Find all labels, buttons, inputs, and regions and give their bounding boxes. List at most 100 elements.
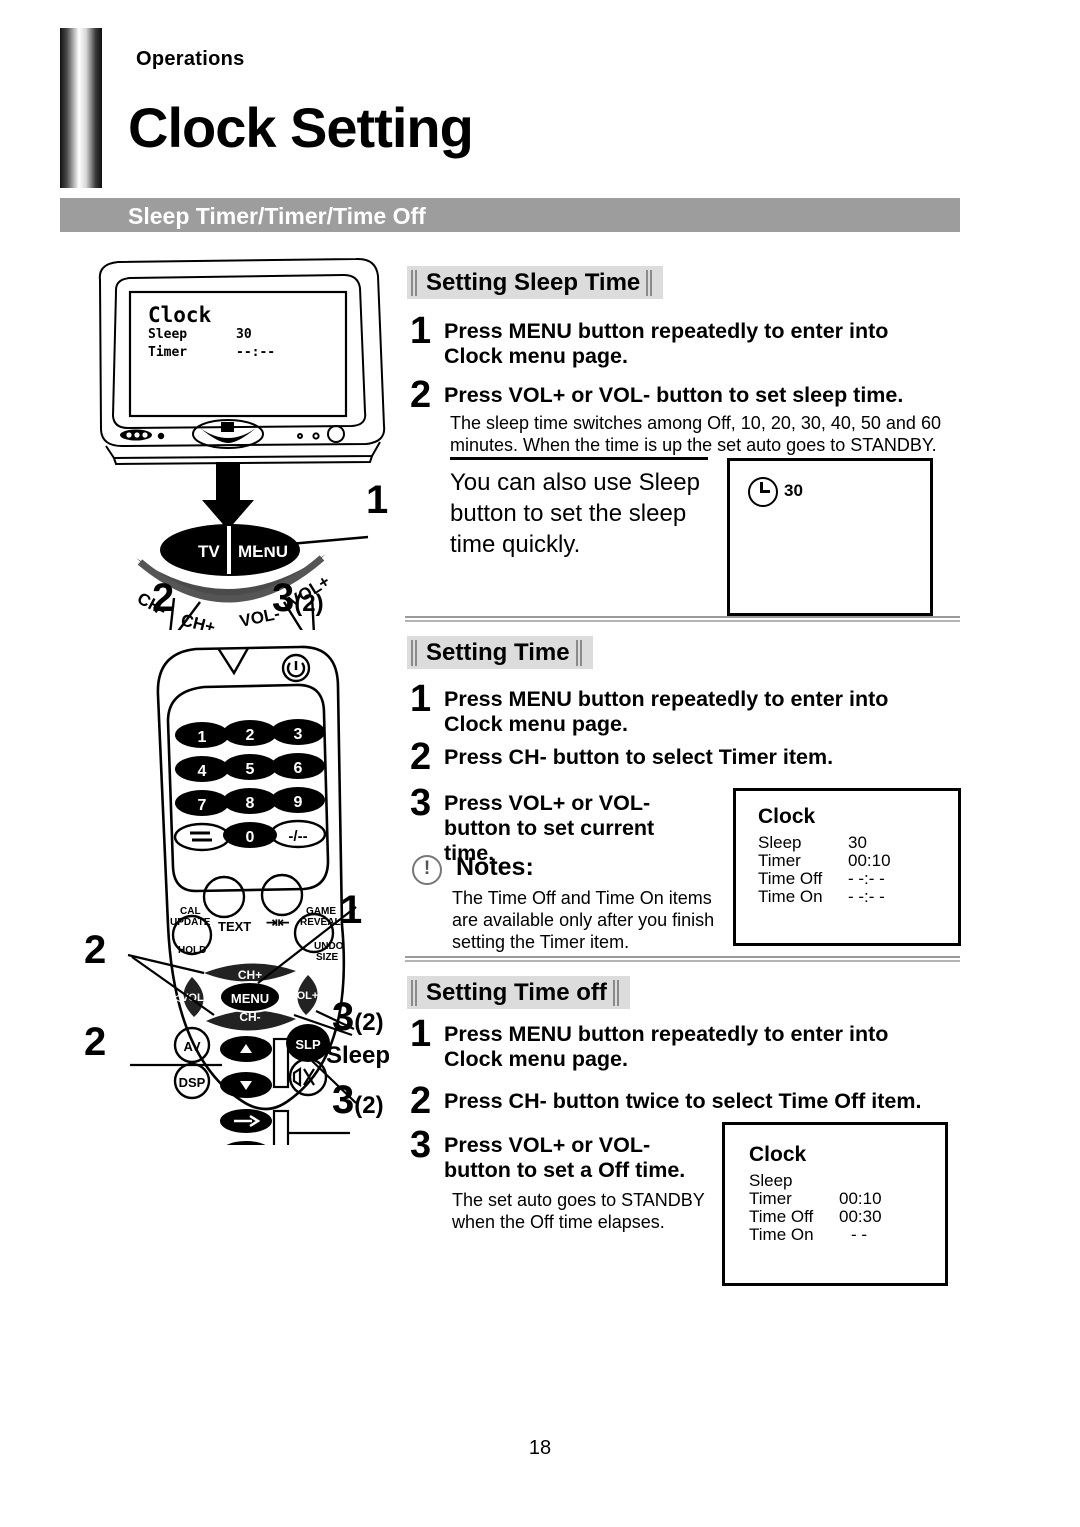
- sleep-divider-rule: [450, 457, 708, 460]
- remote-callout-3a-paren: (2): [354, 1009, 384, 1036]
- tv-osd-title: Clock: [148, 303, 212, 327]
- step-sleep-1-number: 1: [410, 310, 432, 352]
- svg-text:AV: AV: [183, 1039, 200, 1054]
- page-title: Clock Setting: [128, 96, 474, 159]
- svg-text:1: 1: [198, 729, 207, 746]
- remote-callout-1: 1: [340, 888, 362, 933]
- svg-text:0: 0: [246, 829, 255, 846]
- tv-callout-3: 3(2): [272, 576, 324, 621]
- step-time-2-number: 2: [410, 736, 432, 778]
- svg-text:TEXT: TEXT: [218, 919, 251, 934]
- svg-text:HOLD: HOLD: [178, 945, 206, 956]
- svg-text:6: 6: [294, 760, 303, 777]
- tv-osd-value-sleep: 30: [236, 327, 252, 342]
- remote-callout-2b-number: 2: [84, 1020, 107, 1064]
- remote-callout-3b-paren: (2): [354, 1092, 384, 1119]
- tv-callout-2-number: 2: [152, 576, 175, 620]
- svg-text:4: 4: [198, 763, 207, 780]
- osd-timer-label-0: Sleep: [758, 833, 802, 852]
- remote-callout-3a: 3(2): [332, 995, 384, 1040]
- heading-bar-right-icon-2: [575, 639, 585, 666]
- remote-sleep-label: Sleep: [326, 1042, 391, 1069]
- step-timeoff-1-number: 1: [410, 1013, 432, 1055]
- step-timeoff-3-number: 3: [410, 1124, 432, 1166]
- osd-timer-label-3: Time On: [758, 887, 823, 906]
- svg-text:TV: TV: [198, 542, 220, 561]
- tv-callout-1: 1: [366, 478, 388, 523]
- osd-timer-value-0: 30: [848, 833, 867, 852]
- section-divider-1: [405, 616, 960, 623]
- svg-text:2: 2: [246, 727, 255, 744]
- topic-bar: Sleep Timer/Timer/Time Off: [60, 198, 960, 232]
- step-sleep-2-text: Press VOL+ or VOL- button to set sleep t…: [444, 383, 904, 407]
- osd-timeoff-value-2: 00:30: [839, 1207, 882, 1226]
- svg-text:GAME: GAME: [306, 906, 336, 917]
- step-time-1-text: Press MENU button repeatedly to enter in…: [444, 687, 889, 737]
- step-sleep-1: 1 Press MENU button repeatedly to enter …: [410, 310, 930, 369]
- svg-text:CH+: CH+: [238, 968, 262, 982]
- osd-clock-timeoff: Clock Sleep Timer 00:10 Time Off 00:30 T…: [722, 1122, 948, 1286]
- svg-text:9: 9: [294, 794, 303, 811]
- osd-clock-timer-title: Clock: [758, 805, 816, 828]
- tv-osd-value-timer: --:--: [236, 345, 276, 360]
- step-timeoff-3-text: Press VOL+ or VOL- button to set a Off t…: [444, 1133, 686, 1183]
- remote-callout-3b-number: 3: [332, 1078, 355, 1122]
- tv-osd-label-sleep: Sleep: [148, 327, 188, 342]
- svg-text:-/--: -/--: [288, 828, 307, 845]
- sleep-tip-text: You can also use Sleep button to set the…: [450, 469, 700, 559]
- step-timeoff-1-text: Press MENU button repeatedly to enter in…: [444, 1022, 889, 1072]
- timeoff-note-text: The set auto goes to STANDBY when the Of…: [452, 1190, 705, 1232]
- osd-clock-timer: Clock Sleep 30 Timer 00:10 Time Off - -:…: [733, 788, 961, 946]
- section-divider-2: [405, 956, 960, 963]
- osd-timeoff-label-3: Time On: [749, 1225, 814, 1244]
- step-sleep-2-number: 2: [410, 374, 432, 416]
- page-number: 18: [528, 1437, 552, 1459]
- notes-text: The Time Off and Time On items are avail…: [452, 888, 715, 952]
- svg-text:MENU: MENU: [231, 991, 269, 1006]
- step-timeoff-3: 3 Press VOL+ or VOL- button to set a Off…: [410, 1124, 710, 1183]
- tv-callout-3-paren: (2): [294, 590, 324, 617]
- osd-timeoff-value-1: 00:10: [839, 1189, 882, 1208]
- svg-text:SLP: SLP: [295, 1037, 321, 1052]
- osd-sleep-value: 30: [784, 481, 803, 500]
- osd-timer-value-3: - -:- -: [848, 887, 885, 906]
- svg-text:DSP: DSP: [179, 1075, 206, 1090]
- osd-timer-value-2: - -:- -: [848, 869, 885, 888]
- tv-callout-1-number: 1: [366, 478, 389, 522]
- step-time-3-number: 3: [410, 782, 432, 824]
- svg-text:8: 8: [246, 795, 255, 812]
- tv-illustration: TV MENU CH- CH+ VOL- VOL+: [98, 257, 386, 630]
- heading-bar-left-icon-3: [411, 979, 420, 1006]
- topic-bar-label: Sleep Timer/Timer/Time Off: [128, 203, 426, 229]
- step-time-3: 3 Press VOL+ or VOL- button to set curre…: [410, 782, 710, 866]
- sleep-note-text: The sleep time switches among Off, 10, 2…: [450, 413, 941, 455]
- step-time-2: 2 Press CH- button to select Timer item.: [410, 736, 930, 778]
- osd-timeoff-value-3: - -: [851, 1225, 868, 1244]
- step-time-1: 1 Press MENU button repeatedly to enter …: [410, 678, 930, 737]
- svg-text:UNDO: UNDO: [314, 941, 344, 952]
- notes-icon: !: [412, 855, 442, 885]
- remote-callout-3b: 3(2): [332, 1078, 384, 1123]
- remote-callout-1-number: 1: [340, 888, 363, 932]
- osd-timer-label-2: Time Off: [758, 869, 823, 888]
- svg-text:CAL: CAL: [180, 906, 201, 917]
- step-time-1-number: 1: [410, 678, 432, 720]
- osd-timeoff-label-0: Sleep: [749, 1171, 793, 1190]
- svg-text:5: 5: [246, 761, 255, 778]
- tv-callout-2: 2: [152, 576, 174, 621]
- svg-text:UPDATE: UPDATE: [170, 917, 211, 928]
- svg-text:7: 7: [198, 797, 207, 814]
- heading-bar-right-icon-3: [612, 979, 622, 1006]
- remote-callout-2a: 2: [84, 928, 106, 973]
- section-heading-sleep-text: Setting Sleep Time: [426, 268, 641, 296]
- section-heading-sleep: Setting Sleep Time: [407, 266, 664, 299]
- svg-text:3: 3: [294, 726, 303, 743]
- tv-osd-label-timer: Timer: [148, 345, 188, 360]
- tv-callout-3-number: 3: [272, 576, 295, 620]
- clock-icon: [748, 477, 778, 507]
- osd-sleep-indicator: 30: [727, 458, 933, 616]
- step-time-2-text: Press CH- button to select Timer item.: [444, 745, 834, 769]
- svg-text:SIZE: SIZE: [316, 952, 339, 963]
- notes-title: Notes:: [456, 853, 534, 881]
- remote-callout-2b: 2: [84, 1020, 106, 1065]
